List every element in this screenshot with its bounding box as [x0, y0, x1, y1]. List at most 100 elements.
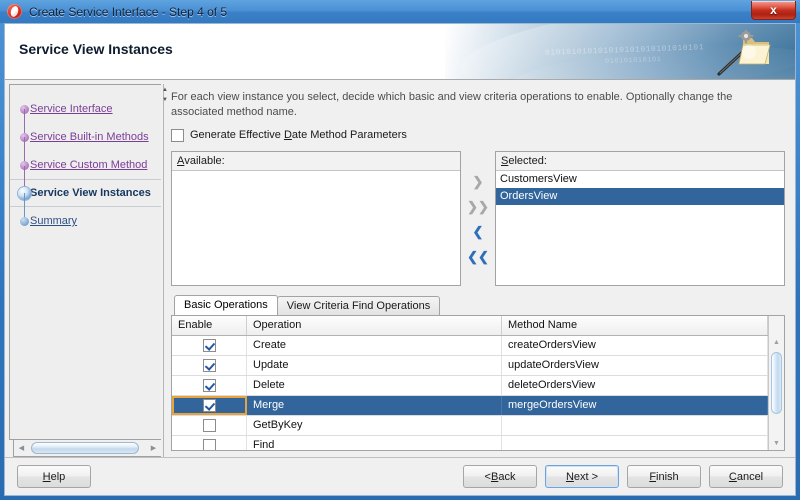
wizard-steps-list: Service Interface Service Built-in Metho…: [9, 84, 161, 440]
generate-effective-date-row[interactable]: Generate Effective Date Method Parameter…: [171, 128, 785, 142]
dialog-window: Create Service Interface - Step 4 of 5 x…: [0, 0, 800, 500]
row-enable-checkbox[interactable]: [202, 358, 216, 372]
row-enable-checkbox[interactable]: [202, 338, 216, 352]
list-item[interactable]: OrdersView: [496, 187, 784, 205]
folder-wand-gear-icon: [717, 30, 771, 76]
step-bullet-icon: [20, 217, 29, 226]
sidebar-item-summary[interactable]: Summary: [10, 193, 161, 235]
row-enable-checkbox[interactable]: [202, 438, 216, 450]
instructions-text: For each view instance you select, decid…: [171, 91, 733, 118]
method-name-cell[interactable]: createOrdersView: [502, 335, 768, 355]
splitter-collapse-up-icon[interactable]: ▲: [162, 86, 168, 94]
enable-cell[interactable]: [172, 415, 247, 435]
table-row[interactable]: GetByKey: [172, 415, 768, 436]
move-right-button[interactable]: ❯: [467, 173, 489, 191]
sidebar-horizontal-scrollbar[interactable]: ◀ ▶: [13, 440, 161, 457]
step-label: Service Custom Method: [30, 159, 148, 171]
column-header-method-name[interactable]: Method Name: [502, 315, 768, 335]
dialog-footer: Help < Back Next > Finish Cancel: [5, 457, 795, 495]
tab-basic-operations[interactable]: Basic Operations: [174, 294, 278, 315]
method-name-cell[interactable]: mergeOrdersView: [502, 395, 768, 415]
scroll-thumb[interactable]: [31, 441, 139, 454]
step-label: Service Interface: [30, 103, 113, 115]
step-label: Service Built-in Methods: [30, 131, 149, 143]
available-list-panel: Available:: [171, 150, 461, 286]
scroll-thumb[interactable]: [771, 351, 782, 414]
operation-cell: Find: [247, 435, 502, 450]
move-left-button[interactable]: ❮: [467, 223, 489, 241]
operations-table-container: Enable Operation Method Name Create crea…: [171, 314, 785, 451]
method-name-cell[interactable]: deleteOrdersView: [502, 375, 768, 395]
title-bar: Create Service Interface - Step 4 of 5 x: [0, 0, 800, 23]
row-enable-checkbox[interactable]: [202, 418, 216, 432]
shuttle-control: Available: ❯ ❯❯ ❮ ❮❮ Selected: Customers…: [171, 150, 785, 286]
next-button[interactable]: Next >: [545, 465, 619, 488]
operation-cell: GetByKey: [247, 415, 502, 435]
sidebar-item-service-interface[interactable]: Service Interface: [10, 95, 161, 123]
dialog-client-area: 010101010101010101010101010101 010101010…: [4, 23, 796, 496]
scroll-track[interactable]: [29, 441, 146, 456]
scroll-right-icon[interactable]: ▶: [146, 441, 161, 456]
available-list[interactable]: [172, 170, 460, 285]
move-all-left-button[interactable]: ❮❮: [467, 248, 489, 266]
enable-cell[interactable]: [172, 435, 247, 450]
list-item[interactable]: CustomersView: [496, 171, 784, 188]
enable-cell[interactable]: [172, 395, 247, 415]
generate-effective-date-checkbox[interactable]: [171, 128, 184, 142]
row-enable-checkbox[interactable]: [202, 378, 216, 392]
available-label: Available:: [172, 151, 460, 171]
table-row[interactable]: Update updateOrdersView: [172, 355, 768, 376]
dialog-body: Service Interface Service Built-in Metho…: [5, 80, 795, 457]
selected-list-panel: Selected: CustomersView OrdersView: [495, 150, 785, 286]
scroll-left-icon[interactable]: ◀: [14, 441, 29, 456]
method-name-cell[interactable]: [502, 435, 768, 450]
help-button[interactable]: Help: [17, 465, 91, 488]
operation-cell: Create: [247, 335, 502, 355]
table-body: Create createOrdersView Update updateOrd…: [172, 335, 768, 450]
transfer-buttons: ❯ ❯❯ ❮ ❮❮: [461, 151, 495, 286]
selected-list[interactable]: CustomersView OrdersView: [496, 170, 784, 285]
window-controls: x: [751, 1, 796, 20]
finish-button[interactable]: Finish: [627, 465, 701, 488]
table-row[interactable]: Merge mergeOrdersView: [172, 395, 768, 416]
table-row[interactable]: Create createOrdersView: [172, 335, 768, 356]
page-title: Service View Instances: [19, 41, 173, 57]
close-icon[interactable]: x: [751, 1, 796, 20]
cancel-button[interactable]: Cancel: [709, 465, 783, 488]
operations-tabs: Basic Operations View Criteria Find Oper…: [171, 294, 785, 315]
table-row[interactable]: Find: [172, 435, 768, 450]
move-all-right-button[interactable]: ❯❯: [467, 198, 489, 216]
sidebar-item-service-custom-method[interactable]: Service Custom Method: [10, 137, 161, 179]
operation-cell: Merge: [247, 395, 502, 415]
table-header-row: Enable Operation Method Name: [172, 315, 768, 336]
oracle-jdeveloper-icon: [7, 3, 23, 20]
tab-view-criteria-find-operations[interactable]: View Criteria Find Operations: [276, 295, 441, 315]
wizard-steps-panel: Service Interface Service Built-in Metho…: [5, 80, 161, 457]
method-name-cell[interactable]: updateOrdersView: [502, 355, 768, 375]
panel-splitter[interactable]: ▲ ▼: [161, 80, 168, 457]
enable-cell[interactable]: [172, 355, 247, 375]
back-button[interactable]: < Back: [463, 465, 537, 488]
splitter-collapse-down-icon[interactable]: ▼: [162, 96, 168, 104]
table-vertical-scrollbar[interactable]: ▲ ▼: [768, 315, 784, 450]
generate-effective-date-label: Generate Effective Date Method Parameter…: [190, 129, 407, 142]
operation-cell: Delete: [247, 375, 502, 395]
header-banner: 010101010101010101010101010101 010101010…: [5, 24, 795, 80]
scroll-track[interactable]: [769, 350, 784, 436]
column-header-enable[interactable]: Enable: [172, 315, 247, 335]
sidebar-item-service-built-in-methods[interactable]: Service Built-in Methods: [10, 109, 161, 151]
operations-table: Enable Operation Method Name Create crea…: [172, 315, 768, 450]
selected-label: Selected:: [496, 151, 784, 171]
main-content: For each view instance you select, decid…: [167, 80, 795, 457]
enable-cell[interactable]: [172, 375, 247, 395]
row-enable-checkbox[interactable]: [203, 398, 216, 412]
method-name-cell[interactable]: [502, 415, 768, 435]
sidebar-item-service-view-instances[interactable]: Service View Instances: [10, 166, 161, 207]
step-label: Service View Instances: [30, 187, 151, 199]
table-row[interactable]: Delete deleteOrdersView: [172, 375, 768, 396]
scroll-down-icon[interactable]: ▼: [769, 436, 784, 450]
window-title: Create Service Interface - Step 4 of 5: [29, 4, 228, 19]
enable-cell[interactable]: [172, 335, 247, 355]
column-header-operation[interactable]: Operation: [247, 315, 502, 335]
scroll-up-icon[interactable]: ▲: [769, 336, 784, 350]
